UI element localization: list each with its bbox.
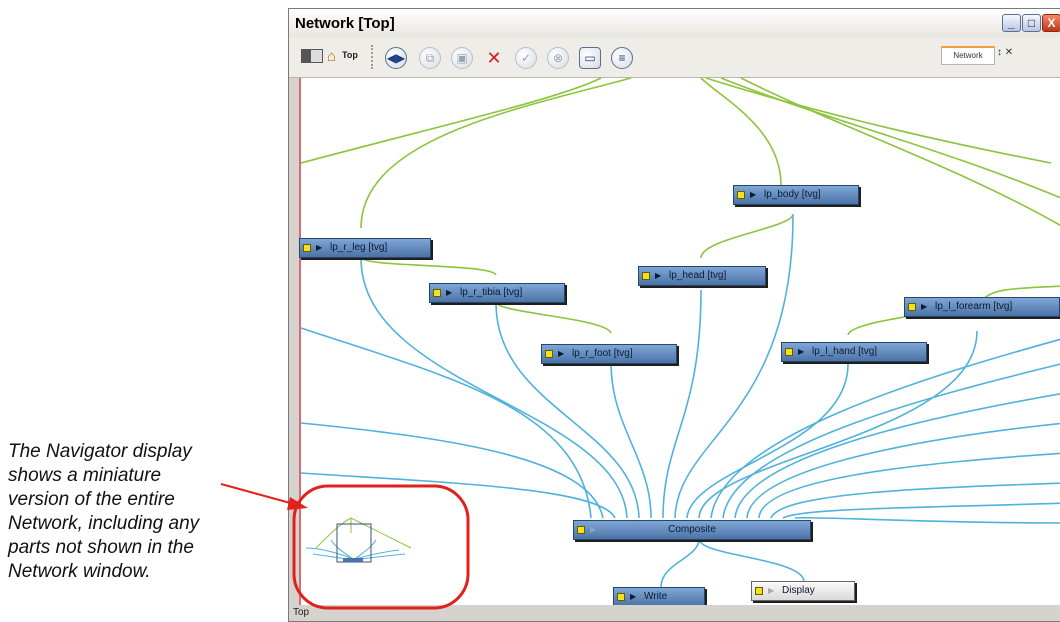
node-play-icon[interactable]: ▶	[798, 343, 804, 361]
cable-blue	[686, 363, 849, 519]
cable-green	[700, 213, 794, 259]
toolbar-grip	[371, 45, 376, 69]
node-light-icon[interactable]	[433, 289, 441, 297]
network-window: Network [Top] _ □ X ⌂ Top ◀▶ ⧉ ▣ ✕ ✓ ⊗ ▭…	[288, 8, 1060, 622]
node-light-icon[interactable]	[737, 191, 745, 199]
tab-arrows-icon[interactable]: ↕ ✕	[997, 47, 1013, 58]
node-play-icon[interactable]: ▶	[750, 186, 756, 204]
node-lp-r-leg[interactable]: ▶ lp_r_leg [tvg]	[299, 238, 431, 258]
node-label: lp_r_leg [tvg]	[330, 242, 388, 253]
node-play-icon[interactable]: ▶	[446, 284, 452, 302]
node-label: lp_l_hand [tvg]	[812, 346, 878, 357]
navigate-arrows-icon[interactable]: ◀▶	[385, 47, 407, 69]
node-label: lp_l_forearm [tvg]	[935, 301, 1013, 312]
node-lp-head[interactable]: ▶ lp_head [tvg]	[638, 266, 766, 286]
title-bar: Network [Top] _ □ X	[289, 9, 1060, 37]
cable-blue	[660, 538, 700, 588]
node-label: Write	[644, 591, 668, 602]
menu-icon[interactable]: ≡	[611, 47, 633, 69]
node-label: Composite	[668, 524, 716, 535]
cable-green	[360, 256, 497, 276]
node-lp-l-hand[interactable]: ▶ lp_l_hand [tvg]	[781, 342, 927, 362]
node-light-icon[interactable]	[785, 348, 793, 356]
node-play-icon[interactable]: ▶	[558, 345, 564, 363]
display-preview-icon[interactable]: ▭	[579, 47, 601, 69]
navigator-callout: The Navigator display shows a miniature …	[8, 440, 280, 584]
callout-line: parts not shown in the	[8, 537, 194, 558]
callout-line: shows a miniature	[8, 465, 162, 486]
cable-blue	[734, 393, 1060, 519]
node-light-icon[interactable]	[908, 303, 916, 311]
cable-green	[720, 77, 1060, 199]
cable-green	[740, 77, 1060, 227]
node-light-icon[interactable]	[642, 272, 650, 280]
cable-green	[700, 77, 782, 186]
cable-blue	[300, 472, 616, 519]
node-label: lp_head [tvg]	[669, 270, 727, 281]
callout-line: version of the entire	[8, 489, 175, 510]
callout-line: Network window.	[8, 561, 151, 582]
node-lp-r-tibia[interactable]: ▶ lp_r_tibia [tvg]	[429, 283, 565, 303]
node-light-icon[interactable]	[303, 244, 311, 252]
node-label: lp_r_foot [tvg]	[572, 348, 633, 359]
cable-green	[300, 77, 602, 164]
node-light-icon[interactable]	[545, 350, 553, 358]
tab-network[interactable]: Network	[941, 46, 995, 65]
network-toolbar: ⌂ Top ◀▶ ⧉ ▣ ✕ ✓ ⊗ ▭ ≡ Network ↕ ✕	[289, 37, 1060, 78]
node-lp-body[interactable]: ▶ lp_body [tvg]	[733, 185, 859, 205]
cable-blue	[662, 289, 702, 519]
callout-line: Network, including any	[8, 513, 200, 534]
window-title: Network [Top]	[295, 15, 395, 32]
network-canvas[interactable]: ▶ lp_r_leg [tvg] ▶ lp_r_tibia [tvg] ▶ lp…	[299, 77, 1060, 607]
node-label: Display	[782, 585, 815, 596]
cable-blue	[782, 502, 1060, 519]
node-play-icon[interactable]: ▶	[630, 588, 636, 606]
minimize-button[interactable]: _	[1002, 14, 1021, 32]
node-label: lp_r_tibia [tvg]	[460, 287, 523, 298]
node-display[interactable]: ▶ Display	[751, 581, 855, 601]
node-play-icon[interactable]: ▶	[768, 582, 774, 600]
node-label: lp_body [tvg]	[764, 189, 821, 200]
node-composite[interactable]: ▶ Composite	[573, 520, 811, 540]
copy-icon[interactable]: ⧉	[419, 47, 441, 69]
navigator-green-lines	[315, 517, 412, 549]
paste-icon[interactable]: ▣	[451, 47, 473, 69]
cable-green	[360, 77, 632, 229]
disable-icon[interactable]: ⊗	[547, 47, 569, 69]
node-light-icon[interactable]	[755, 587, 763, 595]
maximize-button[interactable]: □	[1022, 14, 1041, 32]
navigator-composite-mark	[343, 558, 363, 562]
cable-blue	[794, 516, 1060, 524]
cable-blue	[722, 363, 1060, 519]
cable-blue	[698, 538, 805, 582]
node-light-icon[interactable]	[617, 593, 625, 601]
cable-blue	[610, 361, 652, 519]
cable-blue	[746, 422, 1060, 519]
node-write[interactable]: ▶ Write	[613, 587, 705, 607]
node-play-icon[interactable]: ▶	[316, 239, 322, 257]
delete-icon[interactable]: ✕	[483, 47, 505, 69]
cable-green	[495, 301, 612, 334]
cable-green	[705, 77, 1052, 164]
status-bar: Top	[289, 605, 1060, 621]
enable-icon[interactable]: ✓	[515, 47, 537, 69]
close-button[interactable]: X	[1042, 14, 1060, 32]
node-lp-r-foot[interactable]: ▶ lp_r_foot [tvg]	[541, 344, 677, 364]
node-play-icon[interactable]: ▶	[921, 298, 927, 316]
node-play-icon[interactable]: ▶	[655, 267, 661, 285]
home-icon[interactable]: ⌂	[327, 48, 336, 65]
node-lp-l-forearm[interactable]: ▶ lp_l_forearm [tvg]	[904, 297, 1060, 317]
toggle-panel-icon[interactable]	[301, 49, 323, 63]
top-label[interactable]: Top	[342, 50, 358, 60]
callout-line: The Navigator display	[8, 441, 192, 462]
status-path: Top	[293, 607, 310, 618]
cable-blue	[300, 422, 604, 519]
